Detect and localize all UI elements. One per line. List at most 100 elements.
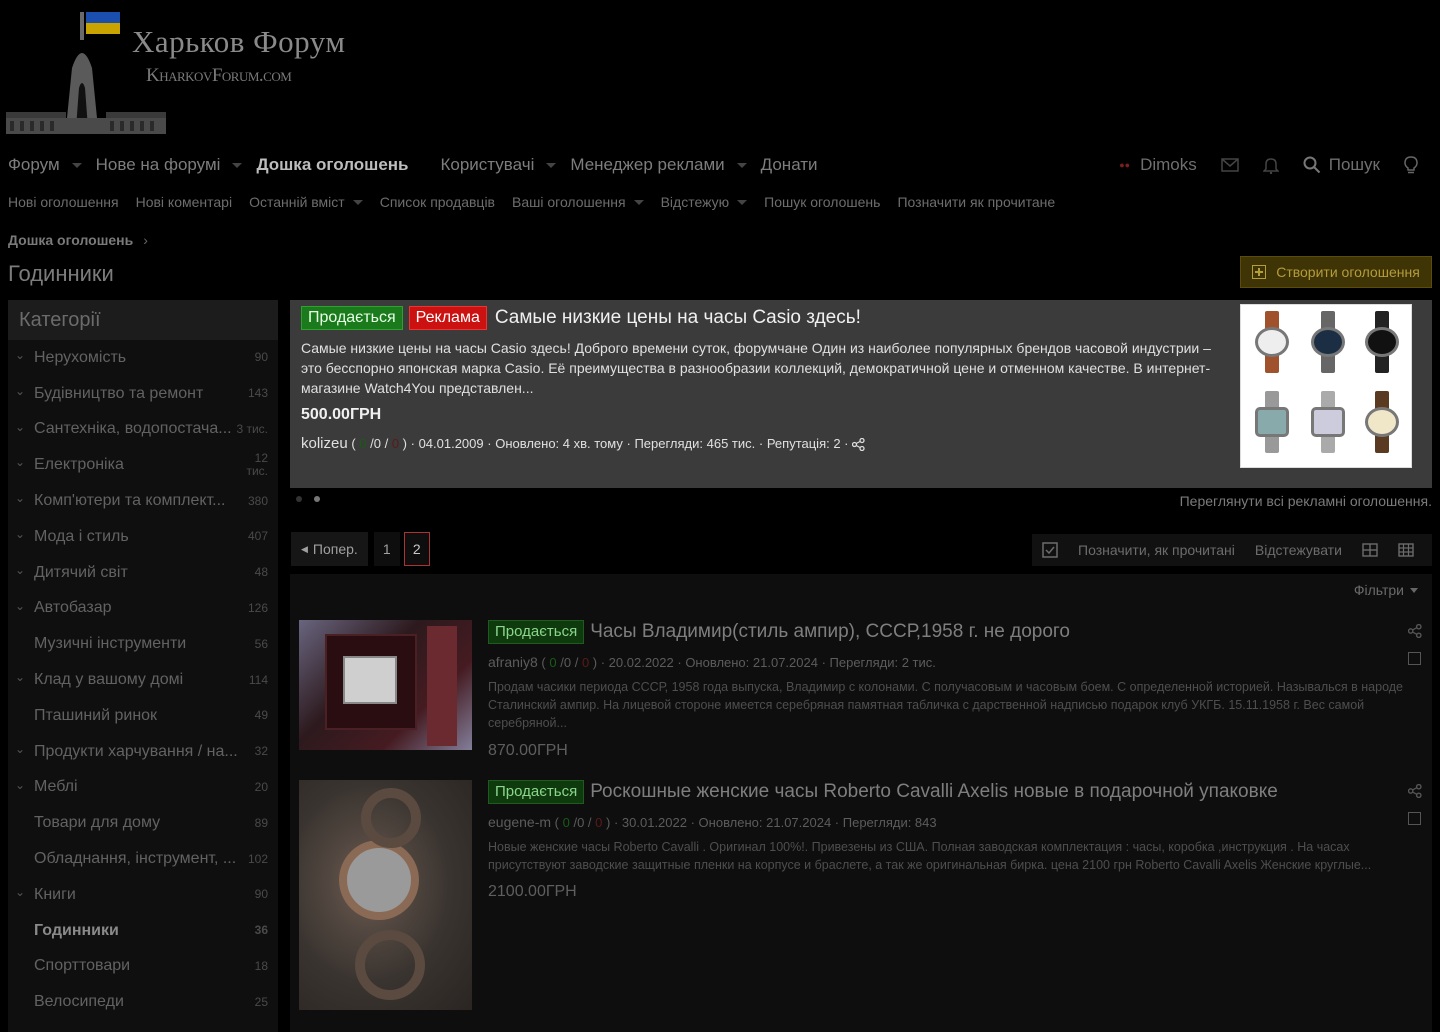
subnav-new-comments[interactable]: Нові коментарі bbox=[136, 194, 232, 210]
select-checkbox-icon[interactable] bbox=[1042, 542, 1058, 558]
list-item[interactable]: Продається Роскошные женские часы Robert… bbox=[290, 780, 1432, 1020]
breadcrumb-link[interactable]: Дошка оголошень bbox=[8, 232, 133, 248]
listing-title[interactable]: Часы Владимир(стиль ампир), СССР,1958 г.… bbox=[590, 621, 1070, 643]
user-account[interactable]: ●● Dimoks bbox=[1119, 155, 1197, 175]
page-1[interactable]: 1 bbox=[373, 532, 400, 566]
listing-thumbnail[interactable] bbox=[299, 780, 472, 1010]
chevron-down-icon[interactable] bbox=[737, 199, 748, 205]
subnav-sellers-list[interactable]: Список продавців bbox=[380, 194, 495, 210]
chevron-down-icon[interactable] bbox=[71, 162, 82, 168]
view-all-ads-link[interactable]: Переглянути всі рекламні оголошення. bbox=[1180, 493, 1432, 509]
subnav-latest-content[interactable]: Останній вміст bbox=[249, 194, 363, 210]
sidebar-item-category[interactable]: Пташиний ринок 49 bbox=[8, 698, 278, 734]
chevron-down-icon[interactable]: ⌄ bbox=[15, 563, 25, 577]
carousel-dot-active[interactable] bbox=[314, 496, 320, 502]
chevron-down-icon[interactable]: ⌄ bbox=[15, 455, 25, 469]
chevron-down-icon[interactable]: ⌄ bbox=[15, 491, 25, 505]
search-button[interactable]: Пошук bbox=[1303, 155, 1380, 175]
share-icon[interactable] bbox=[1408, 784, 1422, 798]
sidebar-item-category[interactable]: ⌄ Автобазар 126 bbox=[8, 591, 278, 627]
featured-listing[interactable]: Продається Реклама Самые низкие цены на … bbox=[290, 300, 1432, 488]
nav-classifieds[interactable]: Дошка оголошень bbox=[256, 155, 408, 175]
chevron-down-icon[interactable]: ⌄ bbox=[15, 527, 25, 541]
author-link[interactable]: afraniy8 bbox=[488, 654, 538, 670]
sidebar-item-category[interactable]: ⌄ Мода і стиль 407 bbox=[8, 519, 278, 555]
chevron-down-icon[interactable]: ⌄ bbox=[15, 670, 25, 684]
subnav-search-listings[interactable]: Пошук оголошень bbox=[764, 194, 880, 210]
chevron-down-icon[interactable]: ⌄ bbox=[15, 778, 25, 792]
chevron-down-icon[interactable] bbox=[633, 199, 644, 205]
username: Dimoks bbox=[1140, 155, 1197, 174]
nav-forum[interactable]: Форум bbox=[8, 155, 82, 175]
table-view-icon[interactable] bbox=[1398, 543, 1414, 557]
bell-icon[interactable] bbox=[1262, 157, 1279, 174]
sidebar-item-category[interactable]: ⌄ Меблі 20 bbox=[8, 770, 278, 806]
chevron-down-icon[interactable] bbox=[736, 162, 747, 168]
chevron-down-icon[interactable]: ⌄ bbox=[15, 420, 25, 434]
chevron-down-icon[interactable] bbox=[352, 199, 363, 205]
nav-ad-manager[interactable]: Менеджер реклами bbox=[570, 155, 747, 175]
chevron-down-icon[interactable] bbox=[546, 162, 557, 168]
select-checkbox[interactable] bbox=[1408, 652, 1421, 665]
status-badge: Продається bbox=[301, 306, 403, 330]
sidebar-item-category[interactable]: Товари для дому 89 bbox=[8, 805, 278, 841]
category-count: 36 bbox=[254, 923, 268, 938]
featured-image[interactable] bbox=[1240, 304, 1412, 468]
filters-button[interactable]: Фільтри bbox=[1354, 582, 1418, 598]
prev-page-button[interactable]: ◀ Попер. bbox=[291, 532, 368, 566]
nav-whats-new[interactable]: Нове на форумі bbox=[96, 155, 243, 175]
share-icon[interactable] bbox=[852, 438, 865, 452]
nav-members[interactable]: Користувачі bbox=[441, 155, 557, 175]
listing-thumbnail[interactable] bbox=[299, 620, 472, 750]
author-link[interactable]: eugene-m bbox=[488, 814, 551, 830]
lightbulb-icon[interactable] bbox=[1404, 156, 1418, 174]
sidebar-item-category[interactable]: ⌄ Електроніка 12 тис. bbox=[8, 447, 278, 483]
page-2[interactable]: 2 bbox=[403, 532, 430, 566]
chevron-down-icon[interactable] bbox=[232, 162, 243, 168]
chevron-down-icon[interactable]: ⌄ bbox=[15, 885, 25, 899]
sidebar-title: Категорії bbox=[8, 300, 278, 340]
subnav-watched[interactable]: Відстежую bbox=[661, 194, 748, 210]
chevron-down-icon[interactable]: ⌄ bbox=[15, 742, 25, 756]
listing-description: Новые женские часы Roberto Cavalli . Ори… bbox=[488, 840, 1372, 872]
category-count: 143 bbox=[247, 386, 268, 401]
list-item[interactable]: Продається Часы Владимир(стиль ампир), С… bbox=[290, 620, 1432, 770]
subnav-mark-read[interactable]: Позначити як прочитане bbox=[897, 194, 1055, 210]
sidebar-item-category[interactable]: Музичні інструменти 56 bbox=[8, 626, 278, 662]
sidebar-item-category[interactable]: ⌄ Книги 90 bbox=[8, 877, 278, 913]
sidebar-item-category[interactable]: ⌄ Будівництво та ремонт 143 bbox=[8, 376, 278, 412]
category-label: Продукти харчування / на... bbox=[34, 742, 238, 760]
grid-view-icon[interactable] bbox=[1362, 543, 1378, 557]
mark-read-button[interactable]: Позначити, як прочитані bbox=[1078, 542, 1235, 558]
watch-button[interactable]: Відстежувати bbox=[1255, 542, 1342, 558]
subnav-your-listings[interactable]: Ваші оголошення bbox=[512, 194, 644, 210]
chevron-down-icon[interactable]: ⌄ bbox=[15, 599, 25, 613]
chevron-down-icon[interactable]: ⌄ bbox=[15, 348, 25, 362]
listing-updated: Оновлено: 4 хв. тому bbox=[495, 436, 623, 451]
listing-meta: eugene-m ( 0 /0 / 0 ) · 30.01.2022 · Оно… bbox=[488, 814, 937, 830]
featured-title[interactable]: Самые низкие цены на часы Casio здесь! bbox=[495, 307, 861, 329]
author-link[interactable]: kolizeu bbox=[301, 435, 348, 452]
sidebar-item-category[interactable]: Велосипеди 25 bbox=[8, 984, 278, 1020]
sidebar-item-category[interactable]: ⌄ Дитячий світ 48 bbox=[8, 555, 278, 591]
chevron-down-icon[interactable]: ⌄ bbox=[15, 384, 25, 398]
share-icon[interactable] bbox=[1408, 624, 1422, 638]
sidebar-item-category[interactable]: Обладнання, інструмент, ... 102 bbox=[8, 841, 278, 877]
sidebar-item-category[interactable]: Годинники 36 bbox=[8, 913, 278, 949]
site-logo[interactable]: Харьков Форум KharkovForum.com bbox=[6, 8, 345, 136]
nav-donate[interactable]: Донати bbox=[761, 155, 818, 175]
carousel-dot[interactable] bbox=[296, 496, 302, 502]
sidebar-item-category[interactable]: ⌄ Клад у вашому домі 114 bbox=[8, 662, 278, 698]
sidebar-item-category[interactable]: ⌄ Комп'ютери та комплект... 380 bbox=[8, 483, 278, 519]
select-checkbox[interactable] bbox=[1408, 812, 1421, 825]
category-count: 407 bbox=[247, 529, 268, 544]
subnav-new-listings[interactable]: Нові оголошення bbox=[8, 194, 119, 210]
sidebar-item-category[interactable]: ⌄ Сантехніка, водопостача... 3 тис. bbox=[8, 412, 278, 448]
featured-meta: kolizeu ( 0 /0 / 0 ) · 04.01.2009 · Онов… bbox=[301, 435, 865, 452]
listing-title[interactable]: Роскошные женские часы Roberto Cavalli A… bbox=[590, 781, 1278, 803]
sidebar-item-category[interactable]: ⌄ Продукти харчування / на... 32 bbox=[8, 734, 278, 770]
create-listing-button[interactable]: Створити оголошення bbox=[1240, 256, 1432, 288]
inbox-icon[interactable] bbox=[1221, 158, 1239, 172]
sidebar-item-category[interactable]: ⌄ Нерухомість 90 bbox=[8, 340, 278, 376]
sidebar-item-category[interactable]: Спорттовари 18 bbox=[8, 949, 278, 985]
